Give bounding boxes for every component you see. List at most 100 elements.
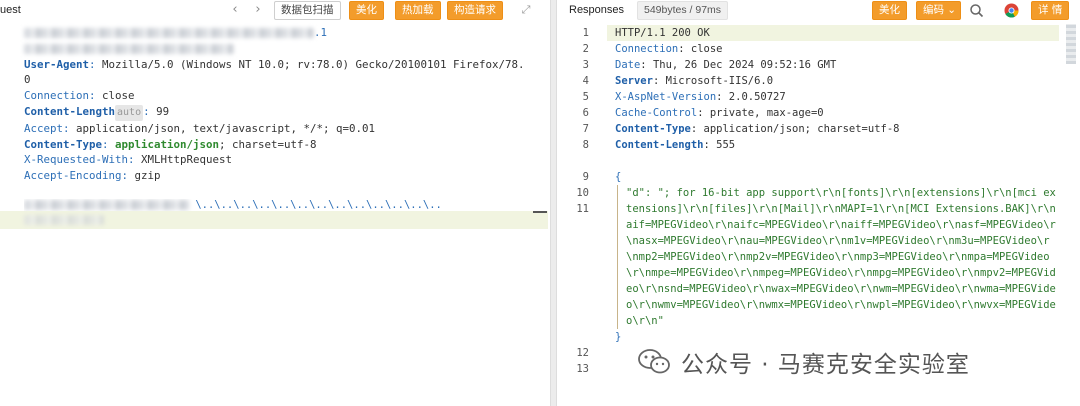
- next-arrow-icon[interactable]: ›: [250, 2, 266, 18]
- header-value: application/json; charset=utf-8: [697, 123, 900, 135]
- header-value: application/json, text/javascript, */*; …: [69, 121, 376, 135]
- json-close-brace: }: [615, 331, 622, 343]
- header-key: Cache-Control: [615, 107, 698, 119]
- response-editor[interactable]: HTTP/1.1 200 OK Connection: close Date: …: [615, 25, 1065, 185]
- search-icon[interactable]: [968, 2, 985, 19]
- detail-button[interactable]: 详 情: [1031, 1, 1070, 20]
- line-number: 11: [576, 203, 589, 215]
- json-open-brace: {: [615, 171, 622, 183]
- header-line: X-Requested-With: XMLHttpRequest: [24, 153, 233, 167]
- line-number: 1: [582, 27, 589, 39]
- line-number: 10: [576, 187, 589, 199]
- expand-icon[interactable]: ⤢: [519, 3, 533, 17]
- redacted-host: [24, 43, 234, 54]
- json-string: "d": "; for 16-bit app support\r\n[fonts…: [617, 185, 1061, 329]
- line-number: 3: [582, 59, 589, 71]
- header-key: Connection: [24, 89, 90, 103]
- encoding-label: 编码: [923, 4, 944, 16]
- auto-badge[interactable]: auto: [115, 104, 144, 121]
- header-value: XMLHttpRequest: [134, 153, 233, 167]
- redacted-body: [24, 200, 189, 210]
- response-toolbar: Responses 549bytes / 97ms 美化 编码 ⌄ 详 情: [557, 0, 1080, 22]
- response-beautify-button[interactable]: 美化: [872, 1, 907, 20]
- line-number: 13: [576, 363, 589, 375]
- request-body-line: \..\..\..\..\..\..\..\..\..\..\..\..\..: [24, 199, 524, 211]
- header-key: Connection: [615, 43, 679, 55]
- watermark: 公众号 · 马赛克安全实验室: [637, 345, 970, 379]
- chrome-browser-icon[interactable]: [1003, 2, 1020, 19]
- header-key: Content-Length: [615, 139, 704, 151]
- json-open-line: {: [615, 169, 1065, 185]
- wechat-icon: [638, 349, 670, 374]
- header-value: gzip: [128, 169, 161, 183]
- header-key: Content-Type: [24, 137, 103, 151]
- header-value: Mozilla/5.0 (Windows NT 10.0; rv:78.0) G…: [95, 57, 525, 71]
- line-number: 6: [582, 107, 589, 119]
- line-number: 4: [582, 75, 589, 87]
- header-value-type: application/json: [108, 137, 220, 151]
- scroll-marker: [533, 211, 547, 213]
- status-line: HTTP/1.1 200 OK: [615, 25, 1065, 41]
- minimap-scrollbar[interactable]: [1066, 24, 1076, 64]
- response-title: Responses: [569, 4, 625, 16]
- header-value: 555: [709, 139, 736, 151]
- request-title: uest: [0, 4, 21, 16]
- json-body: "d": "; for 16-bit app support\r\n[fonts…: [615, 185, 1061, 345]
- line-number-gutter: 1 2 3 4 5 6 7 8 9 10 11 12 13: [557, 25, 589, 377]
- response-header-line: Content-Type: application/json; charset=…: [615, 123, 900, 135]
- beautify-button[interactable]: 美化: [349, 1, 384, 20]
- response-header-line: Connection: close: [615, 43, 723, 55]
- header-key: User-Agent: [24, 57, 90, 71]
- response-header-line: Cache-Control: private, max-age=0: [615, 107, 824, 119]
- request-body-line-2: [24, 214, 104, 226]
- header-key: Content-Length: [24, 104, 116, 118]
- header-line: Accept-Encoding: gzip: [24, 169, 161, 183]
- status-text: HTTP/1.1 200 OK: [615, 27, 710, 39]
- response-header-line: X-AspNet-Version: 2.0.50727: [615, 91, 786, 103]
- header-key: Date: [615, 59, 641, 71]
- response-stats: 549bytes / 97ms: [637, 1, 729, 20]
- response-header-line: Server: Microsoft-IIS/6.0: [615, 75, 774, 87]
- response-header-line: Content-Length: 555: [615, 139, 736, 151]
- chevron-down-icon: ⌄: [947, 4, 956, 16]
- header-line: Accept: application/json, text/javascrip…: [24, 121, 376, 135]
- header-line: 0: [24, 72, 530, 88]
- redacted-body-2: [24, 215, 104, 225]
- header-value: Thu, 26 Dec 2024 09:52:16 GMT: [646, 59, 837, 71]
- header-key: Accept-Encoding: [24, 169, 122, 183]
- construct-request-button[interactable]: 构造请求: [447, 1, 503, 20]
- header-key: Accept: [24, 121, 64, 135]
- host-line: [24, 41, 530, 57]
- header-key: Content-Type: [615, 123, 691, 135]
- header-value: private, max-age=0: [703, 107, 824, 119]
- header-value: 99: [149, 104, 170, 118]
- request-editor[interactable]: .1 User-Agent: Mozilla/5.0 (Windows NT 1…: [24, 25, 530, 184]
- header-line: User-Agent: Mozilla/5.0 (Windows NT 10.0…: [24, 57, 525, 71]
- header-value: close: [95, 89, 135, 103]
- request-pane: uest ‹ › 数据包扫描 美化 热加载 构造请求 ⤢ .1 User-Age…: [0, 0, 550, 406]
- header-value: Microsoft-IIS/6.0: [659, 75, 774, 87]
- request-toolbar: uest ‹ › 数据包扫描 美化 热加载 构造请求 ⤢: [0, 0, 550, 22]
- request-line-suffix: .1: [314, 26, 328, 39]
- header-value: ; charset=utf-8: [219, 137, 317, 151]
- encoding-dropdown[interactable]: 编码 ⌄: [916, 1, 961, 20]
- pane-splitter[interactable]: [550, 0, 557, 406]
- prev-arrow-icon[interactable]: ‹: [227, 2, 243, 18]
- header-key: X-AspNet-Version: [615, 91, 717, 103]
- header-value: 0: [24, 73, 31, 87]
- watermark-text: 公众号 · 马赛克安全实验室: [681, 352, 970, 378]
- packet-scan-button[interactable]: 数据包扫描: [274, 1, 341, 20]
- header-line: Content-Type: application/json; charset=…: [24, 137, 317, 151]
- line-number: 8: [582, 139, 589, 151]
- header-line: Connection: close: [24, 89, 135, 103]
- header-value: close: [684, 43, 723, 55]
- line-number: [557, 153, 589, 169]
- header-key: Server: [615, 75, 653, 87]
- hot-load-button[interactable]: 热加载: [395, 1, 441, 20]
- redacted-request-line: [24, 28, 314, 38]
- line-number: 12: [576, 347, 589, 359]
- line-number: 5: [582, 91, 589, 103]
- line-number: 9: [582, 171, 589, 183]
- line-number: 2: [582, 43, 589, 55]
